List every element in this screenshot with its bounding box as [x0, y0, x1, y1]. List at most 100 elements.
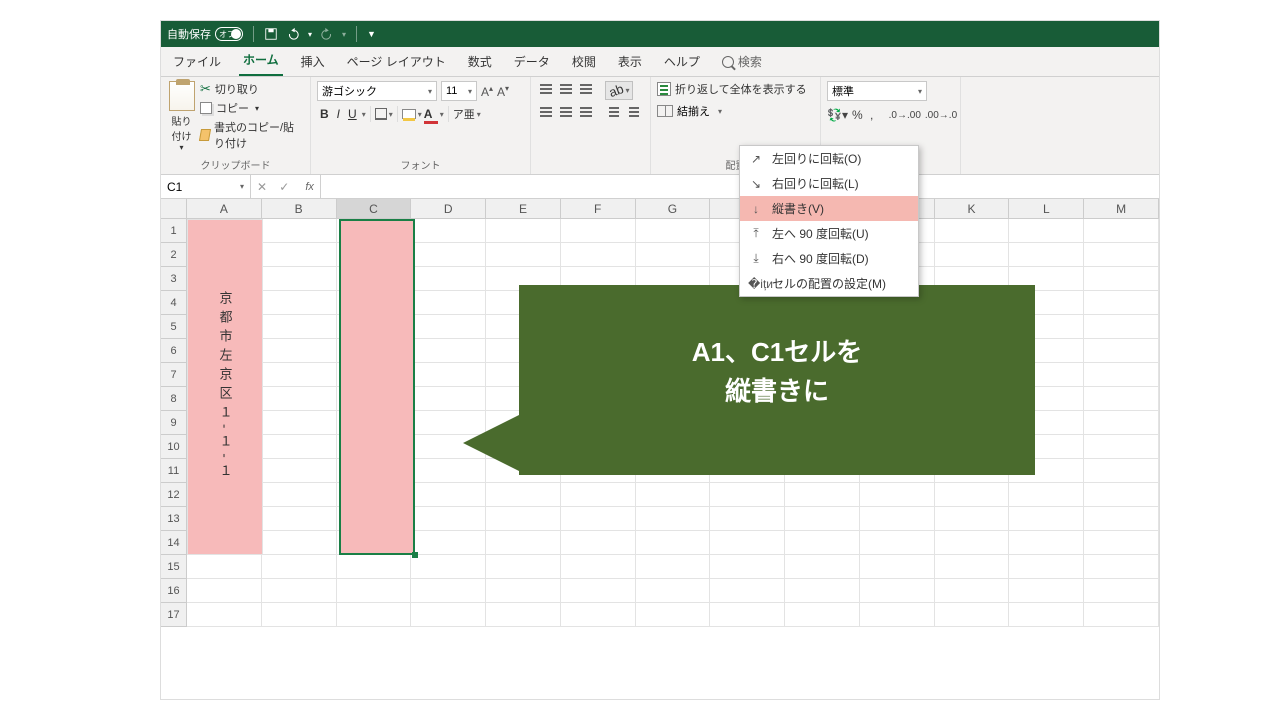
cell[interactable] [636, 483, 711, 507]
cell[interactable] [262, 531, 337, 555]
number-format-combo[interactable]: 標準▾ [827, 81, 927, 101]
cut-button[interactable]: ✂切り取り [200, 81, 304, 97]
cell[interactable] [262, 435, 337, 459]
cell[interactable] [1009, 507, 1084, 531]
cancel-icon[interactable]: ✕ [257, 180, 267, 194]
cell[interactable] [1084, 339, 1159, 363]
cell[interactable] [411, 219, 486, 243]
cell[interactable] [411, 315, 486, 339]
cell[interactable] [337, 555, 412, 579]
tab-search[interactable]: 検索 [718, 49, 766, 76]
cell[interactable] [1084, 555, 1159, 579]
column-header[interactable]: D [411, 199, 486, 219]
align-middle-button[interactable] [557, 81, 575, 97]
undo-icon[interactable] [286, 27, 300, 41]
cell[interactable] [1009, 579, 1084, 603]
cell[interactable] [411, 267, 486, 291]
cell[interactable] [486, 579, 561, 603]
select-all-corner[interactable] [161, 199, 187, 219]
row-header[interactable]: 14 [161, 531, 187, 555]
cell[interactable] [1084, 363, 1159, 387]
orientation-item-ccw[interactable]: ↗左回りに回転(O) [740, 146, 918, 171]
undo-caret[interactable]: ▾ [308, 30, 312, 39]
cell[interactable] [860, 483, 935, 507]
cell[interactable] [935, 219, 1010, 243]
cell[interactable] [710, 483, 785, 507]
row-header[interactable]: 2 [161, 243, 187, 267]
cell[interactable] [561, 531, 636, 555]
column-header[interactable]: K [935, 199, 1010, 219]
column-header[interactable]: G [636, 199, 711, 219]
cell[interactable] [935, 579, 1010, 603]
underline-button[interactable]: U [345, 105, 360, 123]
tab-review[interactable]: 校閲 [568, 49, 600, 76]
row-header[interactable]: 12 [161, 483, 187, 507]
cell[interactable] [1084, 483, 1159, 507]
cell[interactable] [1084, 435, 1159, 459]
row-header[interactable]: 16 [161, 579, 187, 603]
cell[interactable] [561, 483, 636, 507]
cell[interactable] [262, 315, 337, 339]
cell[interactable] [262, 603, 337, 627]
cell[interactable] [785, 507, 860, 531]
cell[interactable] [262, 291, 337, 315]
format-painter-button[interactable]: 書式のコピー/貼り付け [200, 119, 304, 151]
autosave-pill[interactable]: オフ [215, 27, 243, 41]
row-header[interactable]: 6 [161, 339, 187, 363]
tab-file[interactable]: ファイル [169, 49, 225, 76]
cell[interactable] [561, 219, 636, 243]
cell[interactable] [262, 243, 337, 267]
percent-button[interactable]: % [852, 108, 863, 122]
paste-button[interactable]: 貼り付け ▾ [167, 81, 196, 152]
cell[interactable] [636, 507, 711, 531]
cell[interactable] [1084, 387, 1159, 411]
cell[interactable] [1084, 507, 1159, 531]
row-header[interactable]: 4 [161, 291, 187, 315]
cell[interactable] [636, 579, 711, 603]
copy-button[interactable]: コピー▾ [200, 100, 304, 116]
cell[interactable] [262, 387, 337, 411]
cell[interactable] [561, 243, 636, 267]
cell[interactable] [1084, 531, 1159, 555]
orientation-item-rotate-up[interactable]: ⤒左へ 90 度回転(U) [740, 221, 918, 246]
cell[interactable] [561, 579, 636, 603]
row-header[interactable]: 13 [161, 507, 187, 531]
italic-button[interactable]: I [334, 105, 343, 123]
cell[interactable] [411, 363, 486, 387]
cell[interactable] [187, 555, 262, 579]
cell[interactable] [411, 483, 486, 507]
row-header[interactable]: 3 [161, 267, 187, 291]
cell[interactable] [1084, 315, 1159, 339]
cell[interactable] [411, 603, 486, 627]
cell[interactable] [1084, 243, 1159, 267]
cell[interactable] [337, 603, 412, 627]
cell[interactable] [411, 507, 486, 531]
align-left-button[interactable] [537, 104, 555, 120]
decrease-indent-button[interactable] [605, 104, 623, 120]
row-header[interactable]: 9 [161, 411, 187, 435]
cell[interactable] [785, 531, 860, 555]
cell[interactable] [411, 291, 486, 315]
enter-icon[interactable]: ✓ [279, 180, 289, 194]
tab-formulas[interactable]: 数式 [464, 49, 496, 76]
cell[interactable] [785, 555, 860, 579]
font-name-combo[interactable]: 游ゴシック▾ [317, 81, 437, 101]
row-header[interactable]: 10 [161, 435, 187, 459]
cell[interactable] [1084, 411, 1159, 435]
cell[interactable] [710, 531, 785, 555]
bold-button[interactable]: B [317, 105, 332, 123]
tab-help[interactable]: ヘルプ [660, 49, 704, 76]
increase-indent-button[interactable] [625, 104, 643, 120]
cell[interactable] [710, 579, 785, 603]
font-size-combo[interactable]: 11▾ [441, 81, 477, 101]
increase-decimal-button[interactable]: .0→.00 [889, 110, 921, 121]
cell[interactable] [636, 555, 711, 579]
tab-page-layout[interactable]: ページ レイアウト [343, 49, 450, 76]
cell[interactable] [411, 387, 486, 411]
cell[interactable] [1009, 483, 1084, 507]
row-header[interactable]: 17 [161, 603, 187, 627]
cell[interactable] [935, 555, 1010, 579]
cell[interactable] [636, 243, 711, 267]
cell[interactable] [337, 579, 412, 603]
shrink-font-icon[interactable]: A▾ [497, 84, 509, 99]
